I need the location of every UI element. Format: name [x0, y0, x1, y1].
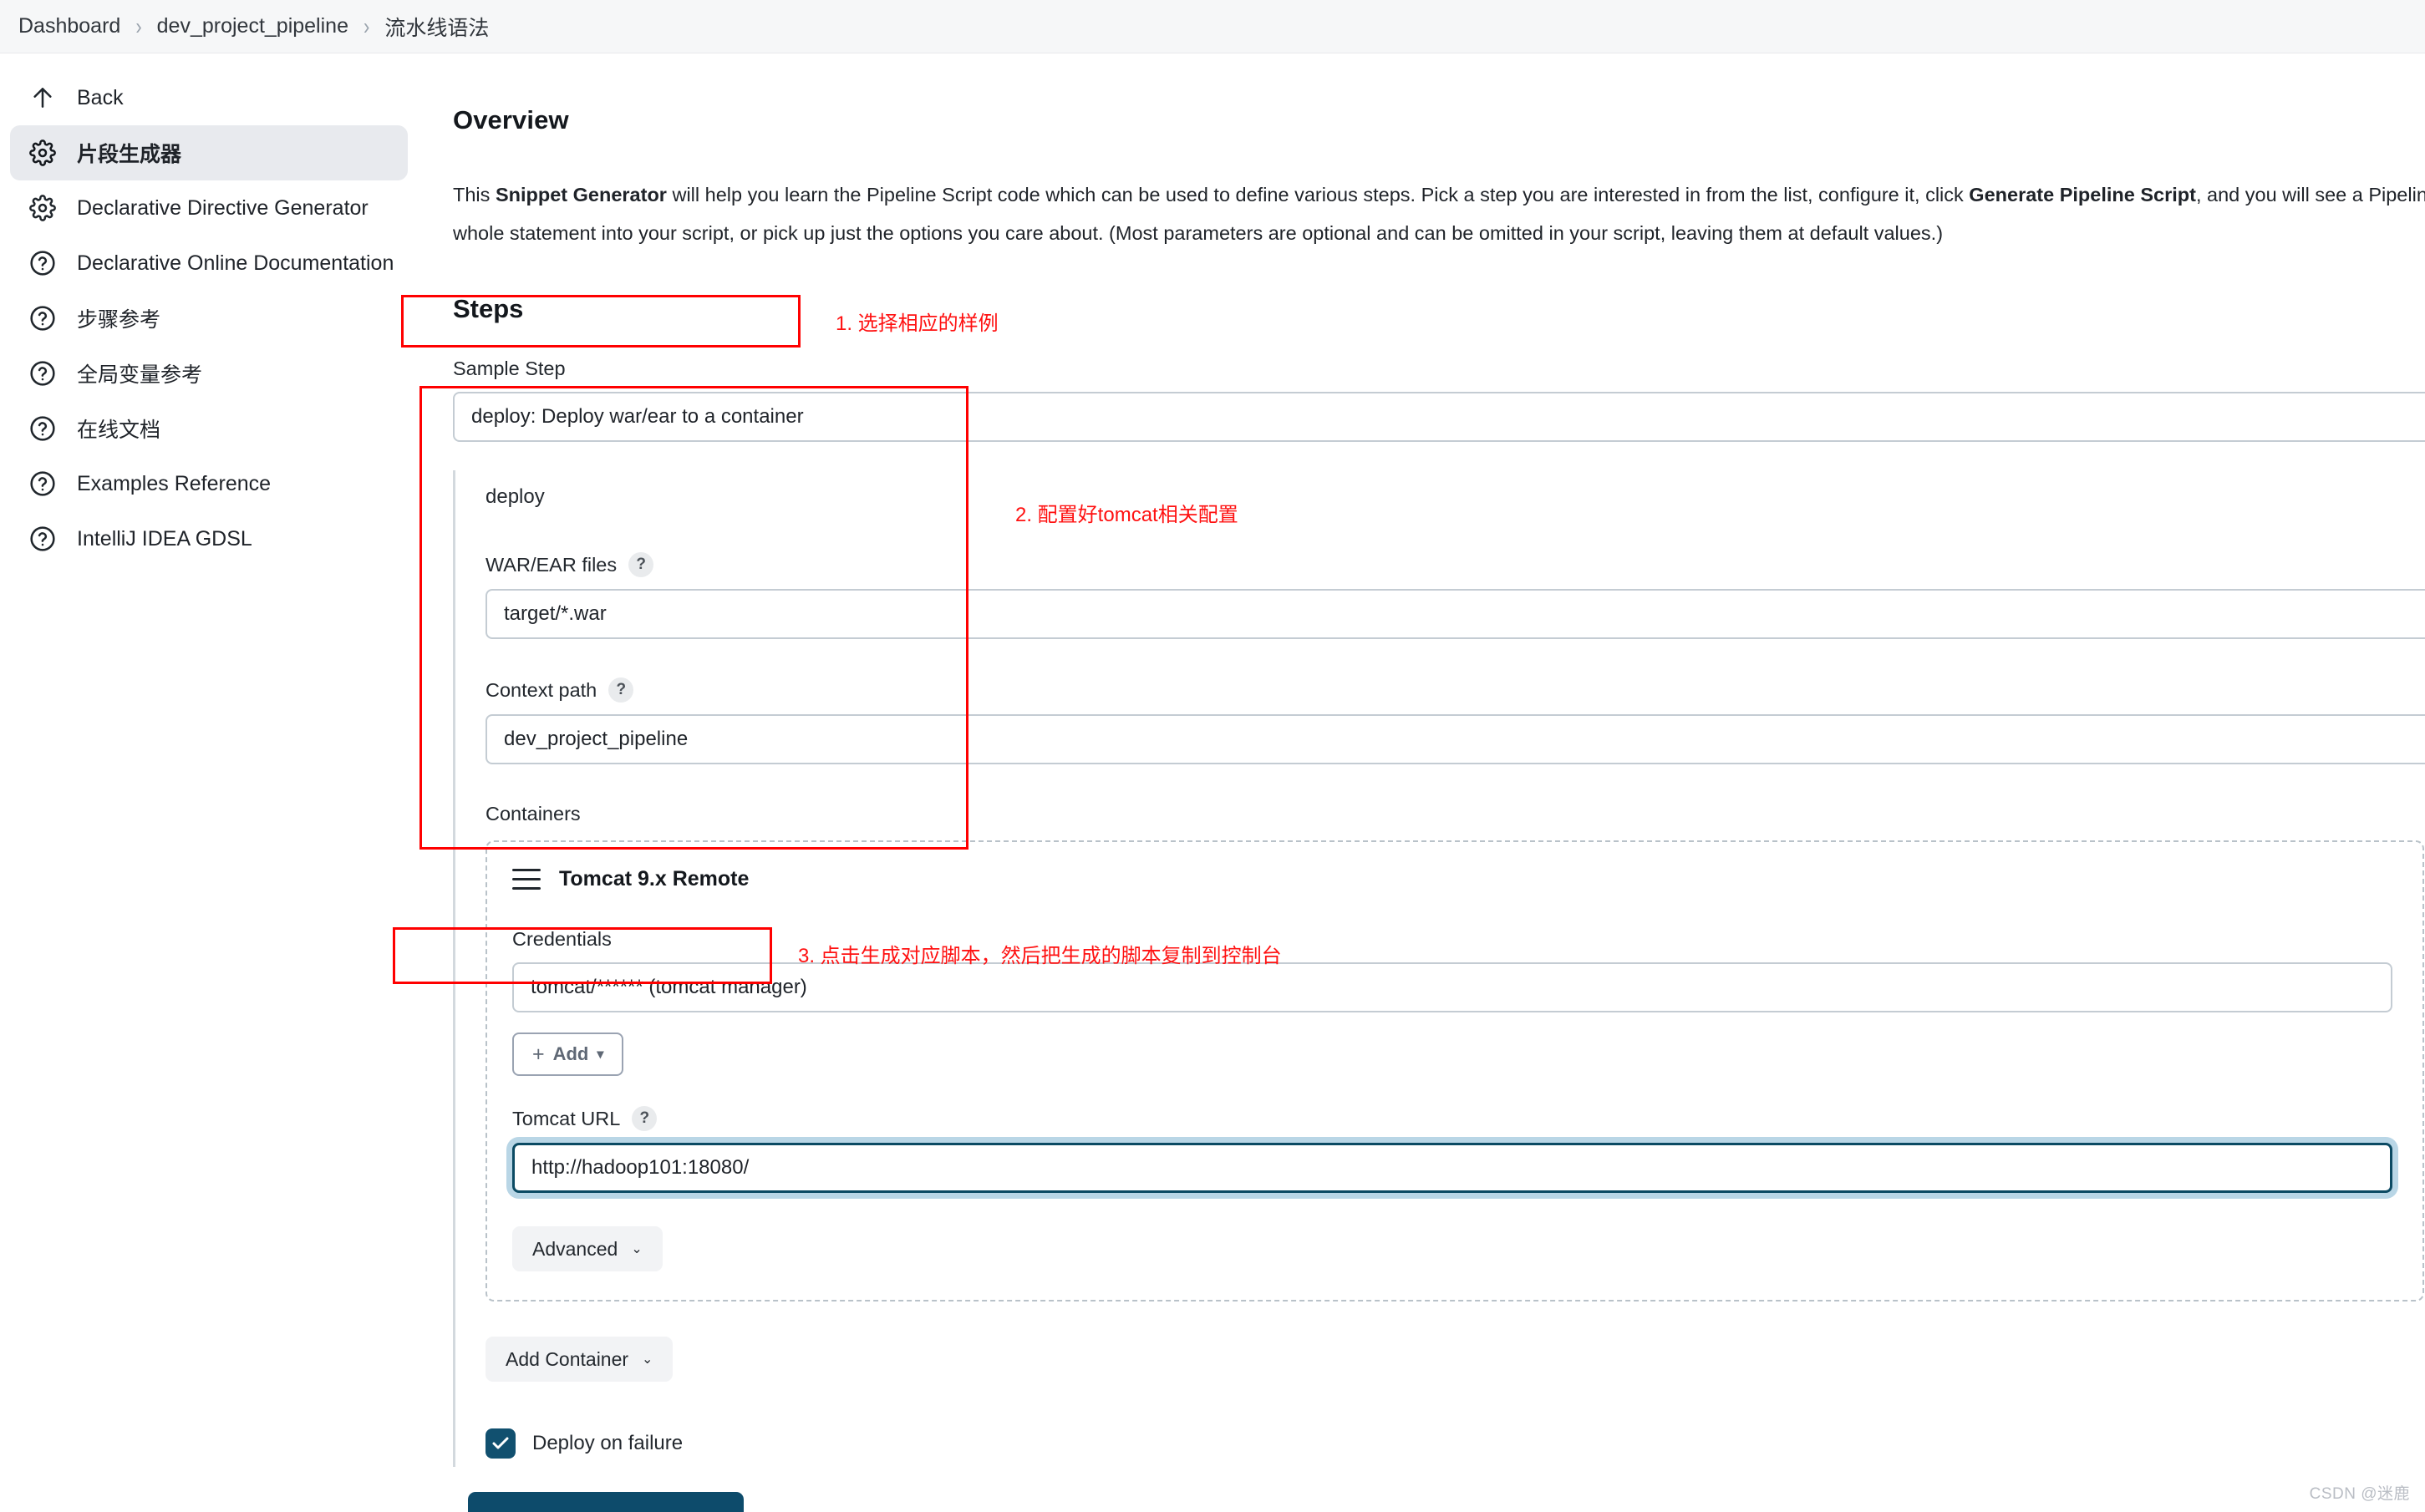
overview-text-pre: This [453, 184, 496, 205]
annotation-text-1: 1. 选择相应的样例 [836, 312, 999, 335]
container-title: Tomcat 9.x Remote [559, 867, 750, 890]
sidebar-item-back[interactable]: Back [10, 70, 408, 125]
tomcat-url-input[interactable]: http://hadoop101:18080/ [512, 1143, 2392, 1193]
sidebar-item-online-documentation[interactable]: 在线文档 [10, 401, 408, 456]
sidebar-item-label: 片段生成器 [77, 143, 182, 166]
arrow-up-icon [28, 84, 57, 112]
add-credentials-label: Add [552, 1043, 589, 1064]
deploy-step-name: deploy [486, 485, 545, 508]
sidebar-item-examples-reference[interactable]: Examples Reference [10, 456, 408, 511]
steps-title: Steps [453, 294, 524, 323]
sidebar-item-steps-reference[interactable]: 步骤参考 [10, 291, 408, 346]
sample-step-label: Sample Step [453, 358, 2425, 380]
sidebar-item-label: IntelliJ IDEA GDSL [77, 526, 252, 551]
breadcrumb-item-project[interactable]: dev_project_pipeline [149, 11, 357, 42]
generate-pipeline-script-button[interactable]: Generate Pipeline Script [468, 1492, 744, 1512]
war-ear-files-label-text: WAR/EAR files [486, 553, 618, 576]
help-icon [28, 359, 57, 388]
advanced-button-label: Advanced [532, 1237, 618, 1260]
war-ear-files-input[interactable]: target/*.war [486, 589, 2425, 639]
help-icon [28, 414, 57, 443]
sidebar-item-label: Back [77, 85, 124, 109]
breadcrumb-separator-icon: › [135, 13, 142, 39]
containers-label-text: Containers [486, 803, 581, 824]
deploy-step-block: deploy WAR/EAR files ? target/*.war Cont… [453, 470, 2425, 1467]
war-ear-files-label: WAR/EAR files ? [486, 552, 2425, 577]
help-icon[interactable]: ? [632, 1106, 658, 1131]
sample-step-group: Sample Step deploy: Deploy war/ear to a … [453, 358, 2425, 442]
plus-icon: + [532, 1042, 545, 1066]
add-container-label: Add Container [506, 1347, 629, 1370]
overview-bold-snippet-generator: Snippet Generator [495, 184, 667, 205]
container-card: Tomcat 9.x Remote Credentials tomcat/***… [486, 840, 2424, 1301]
overview-text-post: , and you will see a Pipeline Script st [2195, 184, 2425, 205]
help-icon[interactable]: ? [608, 677, 634, 703]
sidebar-item-intellij-idea-gdsl[interactable]: IntelliJ IDEA GDSL [10, 511, 408, 566]
help-icon[interactable]: ? [628, 552, 654, 577]
help-icon [28, 249, 57, 277]
drag-handle-icon[interactable] [512, 868, 541, 890]
credentials-label: Credentials [512, 928, 2397, 951]
overview-paragraph: This Snippet Generator will help you lea… [453, 175, 2425, 252]
sidebar-item-label: Declarative Online Documentation [77, 251, 394, 275]
main-content: Overview This Snippet Generator will hel… [393, 53, 2425, 1512]
tomcat-url-label-text: Tomcat URL [512, 1107, 621, 1129]
chevron-down-icon: ⌄ [642, 1352, 653, 1367]
annotation-text-3: 3. 点击生成对应脚本，然后把生成的脚本复制到控制台 [798, 945, 1282, 967]
context-path-label-text: Context path [486, 678, 597, 701]
sample-step-label-text: Sample Step [453, 358, 566, 379]
page-body: Back 片段生成器 Declarative Directive Generat… [0, 53, 2425, 1512]
sample-step-select[interactable]: deploy: Deploy war/ear to a container [453, 392, 2425, 442]
breadcrumb-item-dashboard[interactable]: Dashboard [10, 11, 129, 42]
containers-label: Containers [486, 803, 2425, 825]
help-icon [28, 525, 57, 553]
help-icon [28, 304, 57, 332]
add-container-button[interactable]: Add Container ⌄ [486, 1337, 674, 1382]
help-icon [28, 469, 57, 498]
page-title: Overview [453, 105, 569, 134]
deploy-on-failure-checkbox[interactable] [486, 1428, 516, 1459]
container-header: Tomcat 9.x Remote [512, 867, 2397, 891]
context-path-label: Context path ? [486, 677, 2425, 703]
overview-text-mid: will help you learn the Pipeline Script … [666, 184, 1970, 205]
sidebar-item-declarative-online-documentation[interactable]: Declarative Online Documentation [10, 236, 408, 291]
chevron-down-icon: ▾ [597, 1048, 604, 1062]
sidebar: Back 片段生成器 Declarative Directive Generat… [0, 53, 418, 566]
sidebar-item-label: 步骤参考 [77, 308, 161, 332]
context-path-input[interactable]: dev_project_pipeline [486, 714, 2425, 764]
chevron-down-icon: ⌄ [631, 1242, 643, 1256]
watermark: CSDN @迷鹿 [2309, 1485, 2410, 1503]
breadcrumb: Dashboard › dev_project_pipeline › 流水线语法 [0, 0, 2425, 53]
credentials-select[interactable]: tomcat/****** (tomcat manager) [512, 962, 2392, 1012]
overview-line-2: whole statement into your script, or pic… [453, 222, 1944, 244]
deploy-on-failure-label: Deploy on failure [532, 1432, 684, 1454]
gear-icon [28, 194, 57, 222]
sidebar-item-label: Declarative Directive Generator [77, 195, 369, 220]
advanced-button[interactable]: Advanced ⌄ [512, 1226, 663, 1271]
add-credentials-button[interactable]: + Add ▾ [512, 1033, 624, 1076]
sidebar-item-label: 在线文档 [77, 419, 161, 442]
sidebar-item-snippet-generator[interactable]: 片段生成器 [10, 125, 408, 180]
sidebar-item-label: Examples Reference [77, 471, 272, 495]
overview-bold-generate-pipeline-script: Generate Pipeline Script [1969, 184, 2196, 205]
deploy-on-failure-row: Deploy on failure [486, 1428, 2425, 1459]
breadcrumb-item-pipeline-syntax[interactable]: 流水线语法 [376, 8, 497, 45]
annotation-text-2: 2. 配置好tomcat相关配置 [1015, 504, 1238, 526]
sidebar-item-declarative-directive-generator[interactable]: Declarative Directive Generator [10, 180, 408, 236]
sidebar-item-label: 全局变量参考 [77, 363, 203, 387]
breadcrumb-separator-icon: › [363, 13, 370, 39]
sidebar-item-global-variable-reference[interactable]: 全局变量参考 [10, 346, 408, 401]
credentials-label-text: Credentials [512, 928, 612, 950]
gear-icon [28, 139, 57, 167]
tomcat-url-label: Tomcat URL ? [512, 1106, 2397, 1131]
